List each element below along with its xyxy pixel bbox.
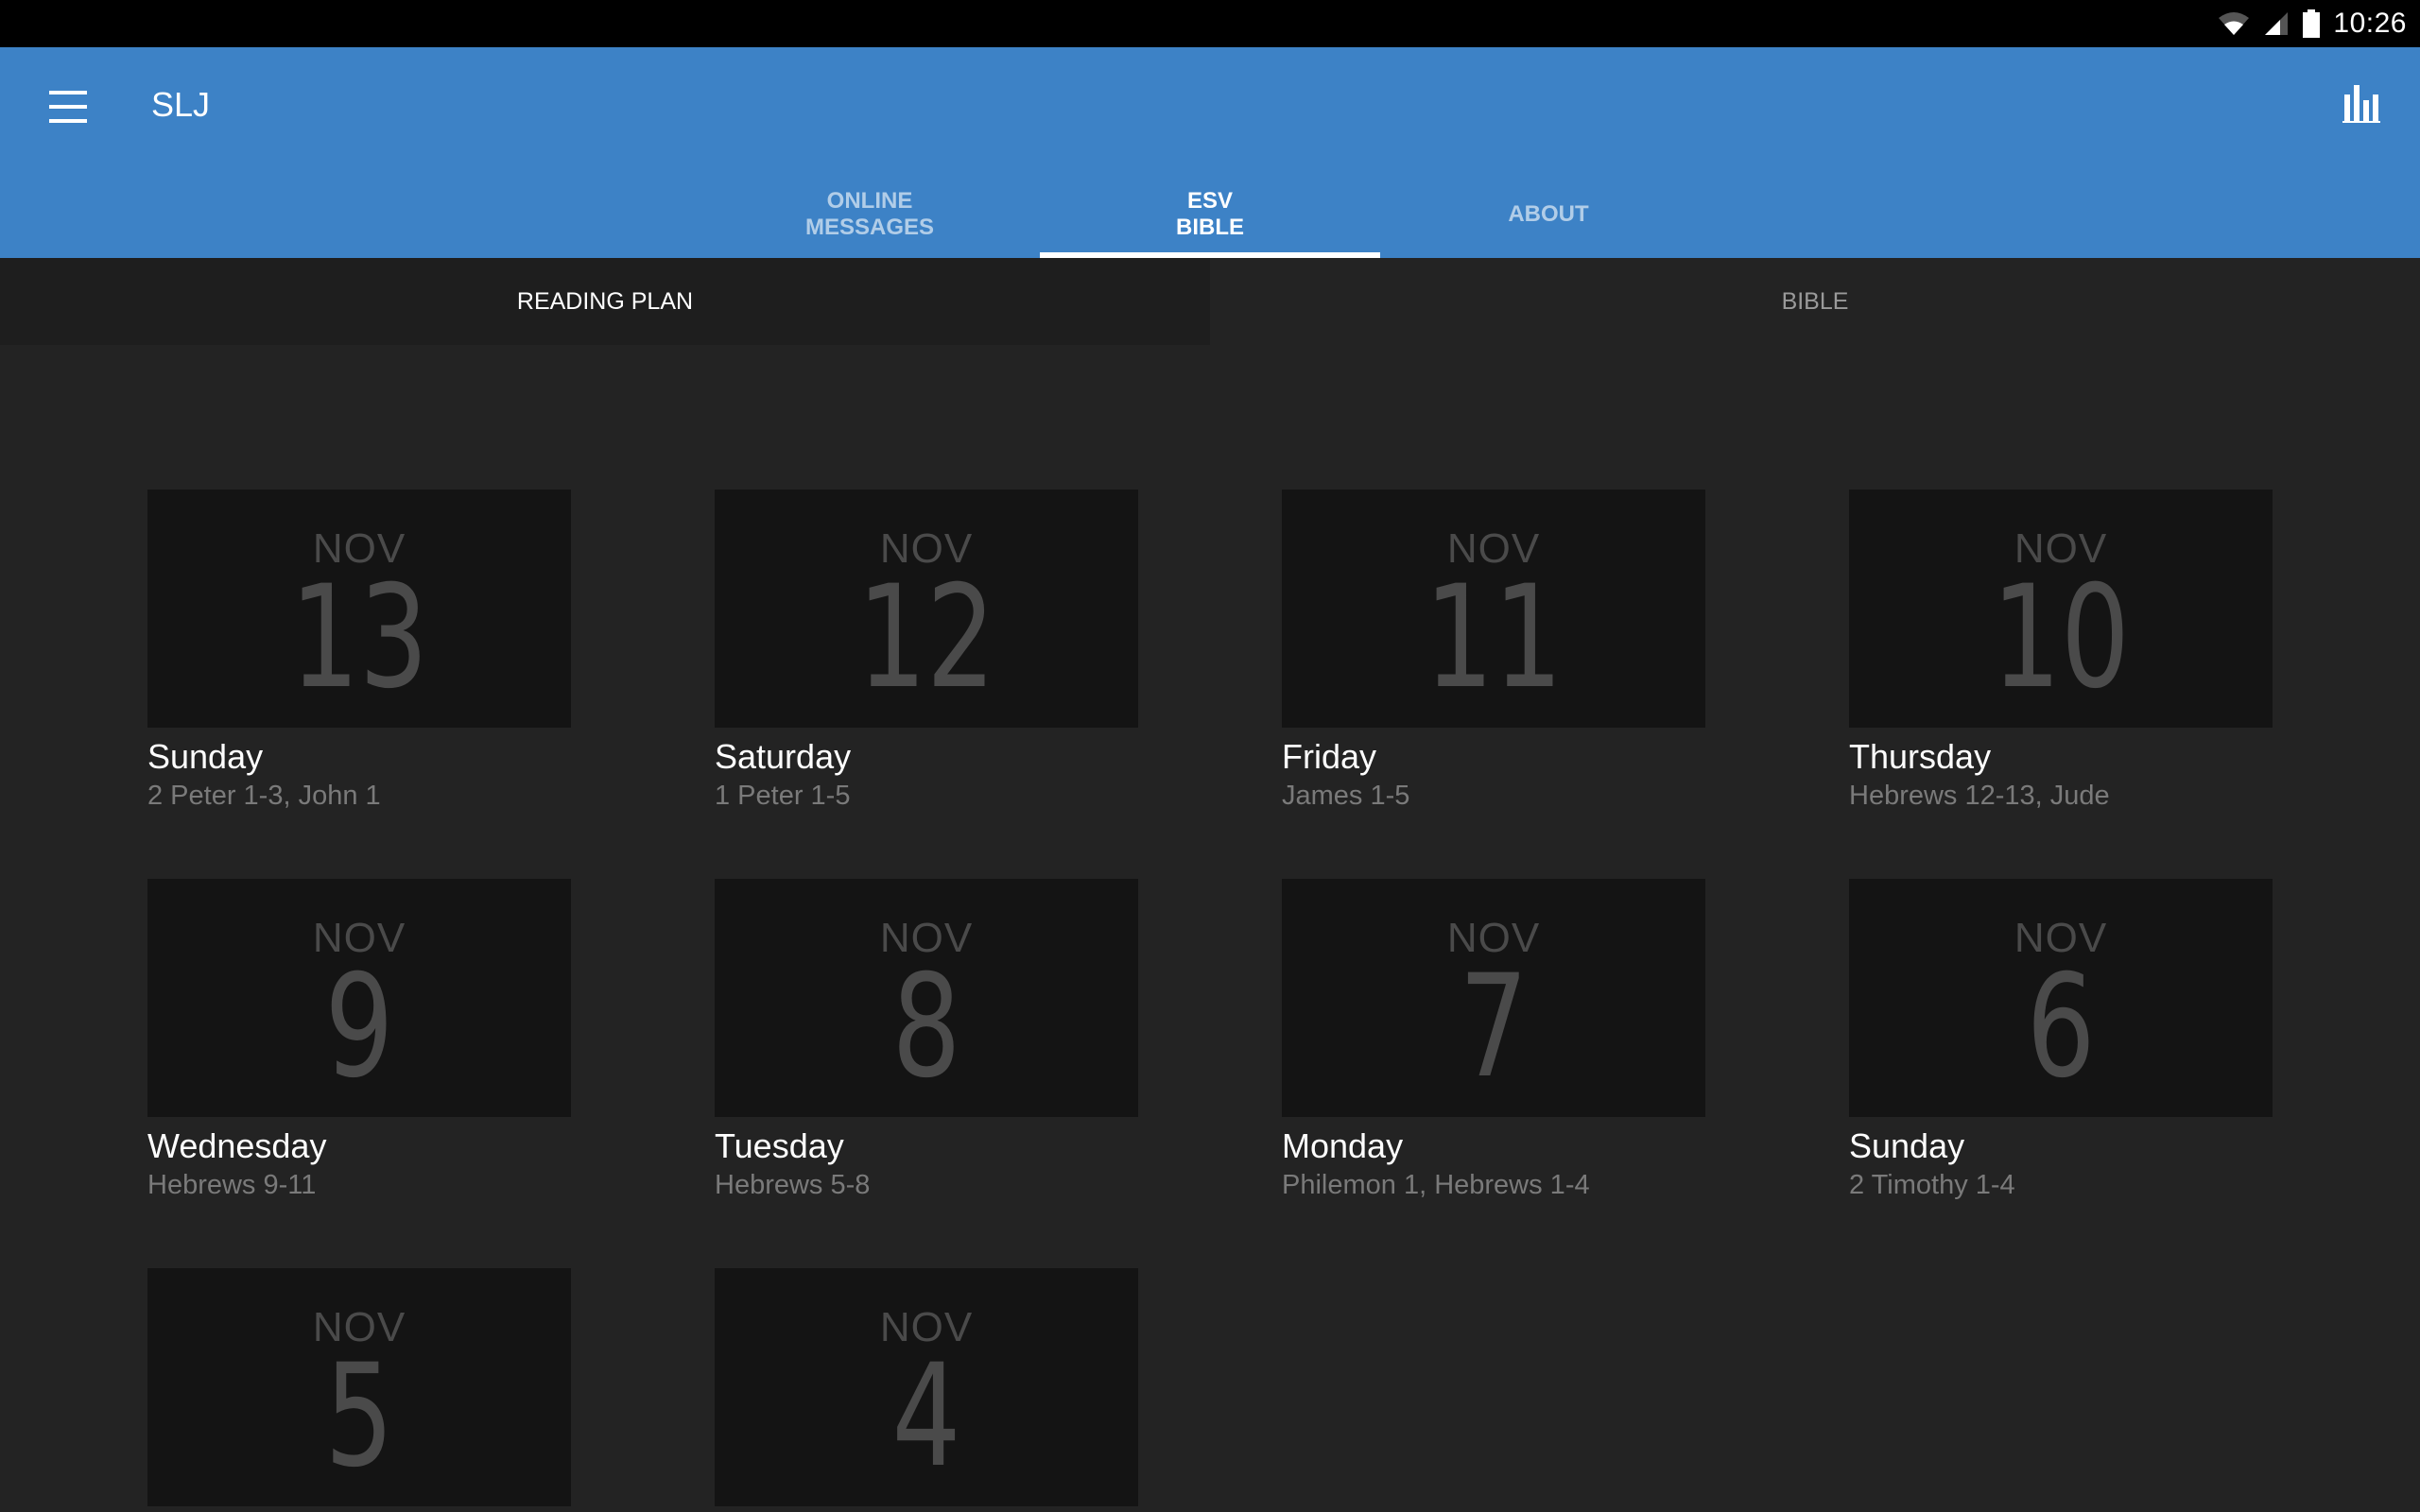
reading-passage: Philemon 1, Hebrews 1-4 [1282, 1170, 1590, 1200]
date-tile: NOV 9 [147, 879, 571, 1117]
reading-passage: 1 Peter 1-5 [715, 781, 851, 811]
reading-passage: Hebrews 12-13, Jude [1849, 781, 2110, 811]
subtab-reading-plan[interactable]: READING PLAN [0, 258, 1210, 345]
reading-card[interactable]: NOV 12 Saturday 1 Peter 1-5 [715, 490, 1138, 813]
reading-weekday: Monday [1282, 1126, 1404, 1165]
date-day: 10 [1992, 556, 2130, 720]
date-day: 9 [324, 945, 394, 1109]
status-bar: 10:26 [0, 0, 2420, 47]
reading-weekday: Tuesday [715, 1126, 844, 1165]
tab-about[interactable]: ABOUT [1378, 170, 1719, 258]
date-day: 13 [290, 556, 428, 720]
reading-passage: 2 Timothy 1-4 [1849, 1170, 2015, 1200]
date-tile: NOV 13 [147, 490, 571, 728]
reading-passage: Hebrews 9-11 [147, 1170, 317, 1200]
reading-card[interactable]: NOV 4 [715, 1268, 1138, 1506]
hamburger-menu-icon[interactable] [49, 91, 87, 123]
subtab-bible[interactable]: BIBLE [1210, 258, 2420, 345]
reading-card[interactable]: NOV 9 Wednesday Hebrews 9-11 [147, 879, 571, 1202]
app-title: SLJ [151, 85, 211, 124]
date-day: 8 [891, 945, 961, 1109]
date-tile: NOV 5 [147, 1268, 571, 1506]
reading-passage: 2 Peter 1-3, John 1 [147, 781, 381, 811]
reading-card[interactable]: NOV 6 Sunday 2 Timothy 1-4 [1849, 879, 2273, 1202]
cell-signal-icon [2265, 12, 2289, 35]
date-day: 4 [891, 1334, 961, 1499]
main-tabs: ONLINE MESSAGES ESV BIBLE ABOUT [0, 170, 2420, 258]
reading-passage: Hebrews 5-8 [715, 1170, 871, 1200]
reading-card[interactable]: NOV 11 Friday James 1-5 [1282, 490, 1705, 813]
status-icons: 10:26 [2218, 0, 2407, 47]
date-tile: NOV 12 [715, 490, 1138, 728]
date-tile: NOV 6 [1849, 879, 2273, 1117]
reading-weekday: Friday [1282, 737, 1377, 776]
reading-card[interactable]: NOV 10 Thursday Hebrews 12-13, Jude [1849, 490, 2273, 813]
reading-weekday: Thursday [1849, 737, 1992, 776]
date-tile: NOV 11 [1282, 490, 1705, 728]
date-tile: NOV 4 [715, 1268, 1138, 1506]
tab-esv-bible[interactable]: ESV BIBLE [1040, 170, 1380, 258]
date-day: 7 [1459, 945, 1529, 1109]
app-bar: SLJ ONLINE MESSAGES ESV BIBLE ABOUT [0, 47, 2420, 258]
date-tile: NOV 7 [1282, 879, 1705, 1117]
subtab-bible-label: BIBLE [1781, 287, 1849, 315]
sub-tabs: READING PLAN BIBLE [0, 258, 2420, 345]
status-time: 10:26 [2333, 8, 2407, 39]
reading-card[interactable]: NOV 13 Sunday 2 Peter 1-3, John 1 [147, 490, 571, 813]
date-tile: NOV 10 [1849, 490, 2273, 728]
subtab-reading-plan-label: READING PLAN [516, 287, 694, 315]
date-tile: NOV 8 [715, 879, 1138, 1117]
reading-weekday: Wednesday [147, 1126, 327, 1165]
reading-passage: James 1-5 [1282, 781, 1410, 811]
reading-weekday: Sunday [147, 737, 264, 776]
date-day: 12 [857, 556, 995, 720]
reading-card[interactable]: NOV 5 [147, 1268, 571, 1506]
battery-icon [2303, 9, 2321, 38]
tab-online-messages[interactable]: ONLINE MESSAGES [700, 170, 1040, 258]
bar-chart-icon[interactable] [2341, 83, 2382, 125]
reading-card[interactable]: NOV 7 Monday Philemon 1, Hebrews 1-4 [1282, 879, 1705, 1202]
reading-card[interactable]: NOV 8 Tuesday Hebrews 5-8 [715, 879, 1138, 1202]
wifi-icon [2219, 12, 2250, 35]
date-day: 5 [324, 1334, 394, 1499]
reading-weekday: Sunday [1849, 1126, 1965, 1165]
reading-weekday: Saturday [715, 737, 852, 776]
date-day: 6 [2026, 945, 2096, 1109]
date-day: 11 [1425, 556, 1563, 720]
